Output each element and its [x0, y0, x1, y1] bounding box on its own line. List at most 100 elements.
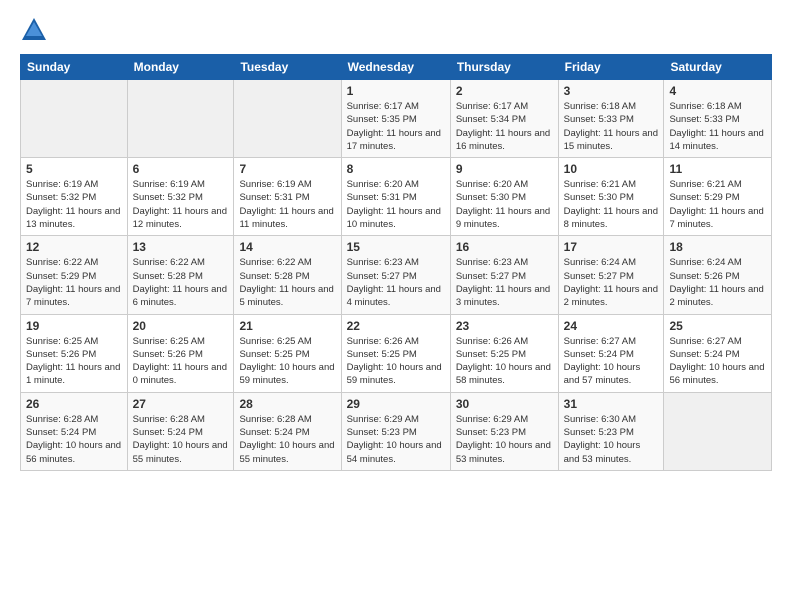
day-info: Sunrise: 6:24 AM Sunset: 5:26 PM Dayligh… [669, 256, 766, 309]
day-info: Sunrise: 6:23 AM Sunset: 5:27 PM Dayligh… [456, 256, 553, 309]
day-info: Sunrise: 6:25 AM Sunset: 5:26 PM Dayligh… [133, 335, 229, 388]
day-number: 4 [669, 84, 766, 98]
day-number: 26 [26, 397, 122, 411]
calendar-cell: 7 Sunrise: 6:19 AM Sunset: 5:31 PM Daylig… [234, 158, 341, 236]
day-number: 24 [564, 319, 659, 333]
day-number: 17 [564, 240, 659, 254]
day-info: Sunrise: 6:21 AM Sunset: 5:30 PM Dayligh… [564, 178, 659, 231]
day-info: Sunrise: 6:21 AM Sunset: 5:29 PM Dayligh… [669, 178, 766, 231]
day-info: Sunrise: 6:18 AM Sunset: 5:33 PM Dayligh… [669, 100, 766, 153]
day-info: Sunrise: 6:26 AM Sunset: 5:25 PM Dayligh… [456, 335, 553, 388]
day-number: 9 [456, 162, 553, 176]
calendar-cell: 14 Sunrise: 6:22 AM Sunset: 5:28 PM Dayli… [234, 236, 341, 314]
day-info: Sunrise: 6:22 AM Sunset: 5:28 PM Dayligh… [133, 256, 229, 309]
day-info: Sunrise: 6:22 AM Sunset: 5:28 PM Dayligh… [239, 256, 335, 309]
day-number: 7 [239, 162, 335, 176]
calendar-header-friday: Friday [558, 55, 664, 80]
day-info: Sunrise: 6:20 AM Sunset: 5:30 PM Dayligh… [456, 178, 553, 231]
calendar-cell: 19 Sunrise: 6:25 AM Sunset: 5:26 PM Dayli… [21, 314, 128, 392]
day-number: 15 [347, 240, 445, 254]
calendar-cell: 25 Sunrise: 6:27 AM Sunset: 5:24 PM Dayli… [664, 314, 772, 392]
calendar-cell: 4 Sunrise: 6:18 AM Sunset: 5:33 PM Daylig… [664, 80, 772, 158]
calendar-cell: 29Sunrise: 6:29 AM Sunset: 5:23 PM Dayli… [341, 392, 450, 470]
calendar-cell: 27 Sunrise: 6:28 AM Sunset: 5:24 PM Dayli… [127, 392, 234, 470]
day-number: 31 [564, 397, 659, 411]
calendar-header-wednesday: Wednesday [341, 55, 450, 80]
day-info: Sunrise: 6:17 AM Sunset: 5:35 PM Dayligh… [347, 100, 445, 153]
calendar-header-row: SundayMondayTuesdayWednesdayThursdayFrid… [21, 55, 772, 80]
day-info: Sunrise: 6:28 AM Sunset: 5:24 PM Dayligh… [26, 413, 122, 466]
calendar-cell: 15 Sunrise: 6:23 AM Sunset: 5:27 PM Dayli… [341, 236, 450, 314]
day-info: Sunrise: 6:20 AM Sunset: 5:31 PM Dayligh… [347, 178, 445, 231]
day-info: Sunrise: 6:25 AM Sunset: 5:25 PM Dayligh… [239, 335, 335, 388]
day-info: Sunrise: 6:19 AM Sunset: 5:32 PM Dayligh… [133, 178, 229, 231]
day-number: 18 [669, 240, 766, 254]
header [20, 16, 772, 44]
calendar-cell: 21Sunrise: 6:25 AM Sunset: 5:25 PM Dayli… [234, 314, 341, 392]
day-number: 6 [133, 162, 229, 176]
day-number: 2 [456, 84, 553, 98]
calendar-cell: 13Sunrise: 6:22 AM Sunset: 5:28 PM Dayli… [127, 236, 234, 314]
calendar-cell: 31 Sunrise: 6:30 AM Sunset: 5:23 PM Dayli… [558, 392, 664, 470]
day-number: 20 [133, 319, 229, 333]
calendar-table: SundayMondayTuesdayWednesdayThursdayFrid… [20, 54, 772, 471]
calendar-header-tuesday: Tuesday [234, 55, 341, 80]
calendar-cell: 6 Sunrise: 6:19 AM Sunset: 5:32 PM Daylig… [127, 158, 234, 236]
day-number: 27 [133, 397, 229, 411]
day-number: 28 [239, 397, 335, 411]
calendar-cell: 11 Sunrise: 6:21 AM Sunset: 5:29 PM Dayli… [664, 158, 772, 236]
day-number: 10 [564, 162, 659, 176]
day-info: Sunrise: 6:17 AM Sunset: 5:34 PM Dayligh… [456, 100, 553, 153]
day-number: 5 [26, 162, 122, 176]
calendar-cell: 30 Sunrise: 6:29 AM Sunset: 5:23 PM Dayli… [450, 392, 558, 470]
day-info: Sunrise: 6:27 AM Sunset: 5:24 PM Dayligh… [669, 335, 766, 388]
day-number: 19 [26, 319, 122, 333]
day-info: Sunrise: 6:30 AM Sunset: 5:23 PM Dayligh… [564, 413, 659, 466]
calendar-cell: 3 Sunrise: 6:18 AM Sunset: 5:33 PM Daylig… [558, 80, 664, 158]
calendar-cell: 28 Sunrise: 6:28 AM Sunset: 5:24 PM Dayli… [234, 392, 341, 470]
day-number: 3 [564, 84, 659, 98]
calendar-header-thursday: Thursday [450, 55, 558, 80]
calendar-cell: 16 Sunrise: 6:23 AM Sunset: 5:27 PM Dayli… [450, 236, 558, 314]
day-number: 22 [347, 319, 445, 333]
calendar-header-saturday: Saturday [664, 55, 772, 80]
day-number: 25 [669, 319, 766, 333]
day-info: Sunrise: 6:25 AM Sunset: 5:26 PM Dayligh… [26, 335, 122, 388]
day-info: Sunrise: 6:28 AM Sunset: 5:24 PM Dayligh… [133, 413, 229, 466]
calendar-cell: 26 Sunrise: 6:28 AM Sunset: 5:24 PM Dayli… [21, 392, 128, 470]
day-info: Sunrise: 6:19 AM Sunset: 5:31 PM Dayligh… [239, 178, 335, 231]
calendar-cell: 24 Sunrise: 6:27 AM Sunset: 5:24 PM Dayli… [558, 314, 664, 392]
calendar-header-monday: Monday [127, 55, 234, 80]
day-number: 16 [456, 240, 553, 254]
day-info: Sunrise: 6:24 AM Sunset: 5:27 PM Dayligh… [564, 256, 659, 309]
calendar-cell [21, 80, 128, 158]
day-number: 14 [239, 240, 335, 254]
calendar-cell: 8Sunrise: 6:20 AM Sunset: 5:31 PM Daylig… [341, 158, 450, 236]
day-number: 30 [456, 397, 553, 411]
calendar-week-1: 1Sunrise: 6:17 AM Sunset: 5:35 PM Daylig… [21, 80, 772, 158]
day-info: Sunrise: 6:28 AM Sunset: 5:24 PM Dayligh… [239, 413, 335, 466]
day-info: Sunrise: 6:18 AM Sunset: 5:33 PM Dayligh… [564, 100, 659, 153]
calendar-cell: 23 Sunrise: 6:26 AM Sunset: 5:25 PM Dayli… [450, 314, 558, 392]
day-info: Sunrise: 6:23 AM Sunset: 5:27 PM Dayligh… [347, 256, 445, 309]
calendar-cell: 2 Sunrise: 6:17 AM Sunset: 5:34 PM Daylig… [450, 80, 558, 158]
calendar-week-5: 26 Sunrise: 6:28 AM Sunset: 5:24 PM Dayli… [21, 392, 772, 470]
calendar-cell [234, 80, 341, 158]
calendar-header-sunday: Sunday [21, 55, 128, 80]
calendar-cell: 10 Sunrise: 6:21 AM Sunset: 5:30 PM Dayli… [558, 158, 664, 236]
day-info: Sunrise: 6:27 AM Sunset: 5:24 PM Dayligh… [564, 335, 659, 388]
day-info: Sunrise: 6:22 AM Sunset: 5:29 PM Dayligh… [26, 256, 122, 309]
calendar-cell: 20 Sunrise: 6:25 AM Sunset: 5:26 PM Dayli… [127, 314, 234, 392]
day-info: Sunrise: 6:29 AM Sunset: 5:23 PM Dayligh… [347, 413, 445, 466]
calendar-cell: 5Sunrise: 6:19 AM Sunset: 5:32 PM Daylig… [21, 158, 128, 236]
day-info: Sunrise: 6:29 AM Sunset: 5:23 PM Dayligh… [456, 413, 553, 466]
calendar-cell: 12Sunrise: 6:22 AM Sunset: 5:29 PM Dayli… [21, 236, 128, 314]
day-number: 11 [669, 162, 766, 176]
day-number: 23 [456, 319, 553, 333]
calendar-cell [664, 392, 772, 470]
calendar-week-4: 19 Sunrise: 6:25 AM Sunset: 5:26 PM Dayli… [21, 314, 772, 392]
calendar-cell: 9 Sunrise: 6:20 AM Sunset: 5:30 PM Daylig… [450, 158, 558, 236]
day-info: Sunrise: 6:26 AM Sunset: 5:25 PM Dayligh… [347, 335, 445, 388]
page: SundayMondayTuesdayWednesdayThursdayFrid… [0, 0, 792, 487]
calendar-cell: 18 Sunrise: 6:24 AM Sunset: 5:26 PM Dayli… [664, 236, 772, 314]
